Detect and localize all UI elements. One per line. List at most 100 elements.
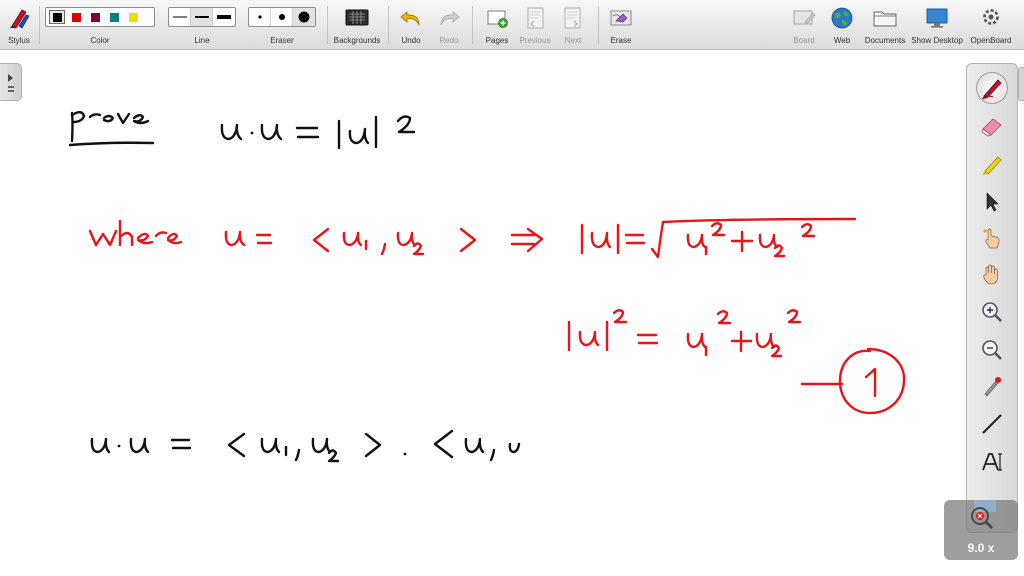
backgrounds-button[interactable]: Backgrounds (331, 0, 383, 50)
hand-icon (983, 264, 998, 285)
zoom-in-tool[interactable] (976, 296, 1008, 328)
color-swatch-yellow[interactable] (125, 10, 141, 24)
redo-icon (440, 11, 460, 26)
toolbar-separator (327, 6, 328, 44)
documents-mode-button[interactable]: Documents (862, 0, 908, 50)
eraser-label: Eraser (270, 36, 294, 45)
color-swatch-teal[interactable] (106, 10, 122, 24)
library-panel-toggle[interactable] (1018, 67, 1024, 101)
web-icon (831, 7, 853, 29)
openboard-menu-button[interactable]: OpenBoard (966, 0, 1016, 50)
ink-line-where (88, 217, 857, 259)
magnifier-icon (971, 500, 996, 530)
line-icon (982, 414, 1002, 434)
color-swatch-red[interactable] (68, 10, 84, 24)
erase-icon (610, 10, 632, 26)
ink-line-prove (68, 111, 416, 150)
zoom-out-tool[interactable] (976, 334, 1008, 366)
pen-icon (982, 79, 1002, 100)
show-desktop-icon (926, 8, 948, 28)
color-label: Color (90, 36, 110, 45)
erase-label: Erase (610, 36, 632, 45)
eraser-size-group: Eraser (248, 0, 316, 50)
stylus-label: Stylus (8, 36, 30, 45)
openboard-label: OpenBoard (970, 36, 1012, 45)
previous-label: Previous (519, 36, 551, 45)
laser-icon (983, 228, 1000, 249)
backgrounds-icon (345, 9, 369, 26)
pages-panel-toggle[interactable] (0, 63, 22, 101)
eraser-size-selector (248, 7, 316, 27)
selector-tool[interactable] (976, 186, 1008, 218)
eraser-icon (981, 118, 1002, 137)
line-tool[interactable] (976, 408, 1008, 440)
expand-arrow-icon (8, 74, 14, 92)
handwriting-layer (68, 111, 906, 463)
text-icon (982, 453, 1002, 471)
next-icon (564, 7, 581, 29)
line-medium-button[interactable] (191, 8, 213, 26)
pages-label: Pages (485, 36, 509, 45)
redo-button[interactable]: Redo (432, 0, 466, 50)
web-mode-button[interactable]: Web (824, 0, 860, 50)
toolbar-separator (472, 6, 473, 44)
board-icon (793, 10, 816, 25)
undo-icon (400, 11, 420, 26)
whiteboard-canvas[interactable]: 9.0 x (0, 51, 1024, 576)
previous-icon (527, 7, 544, 29)
pages-icon (487, 10, 508, 28)
documents-label: Documents (864, 36, 906, 45)
zoom-level-label: 9.0 x (967, 541, 995, 555)
stylus-button[interactable]: Stylus (2, 0, 36, 50)
color-swatch-bar (45, 7, 155, 27)
board-label: Board (793, 36, 815, 45)
pointer-icon (986, 192, 999, 212)
ink-line-norm-squared (567, 309, 802, 358)
stylus-palette (966, 63, 1018, 533)
line-thick-button[interactable] (213, 8, 235, 26)
board-mode-button[interactable]: Board (786, 0, 822, 50)
previous-page-button[interactable]: Previous (516, 0, 554, 50)
undo-label: Undo (401, 36, 421, 45)
color-group: Color (44, 0, 156, 50)
ink-line-dot-product (90, 429, 521, 463)
eraser-large-button[interactable] (293, 8, 315, 26)
redo-label: Redo (439, 36, 459, 45)
stylus-icon (10, 9, 30, 29)
zoom-out-icon (982, 340, 1002, 360)
interact-tool[interactable] (976, 222, 1008, 254)
line-width-group: Line (168, 0, 236, 50)
marker-icon (982, 156, 1002, 175)
show-desktop-button[interactable]: Show Desktop (908, 0, 966, 50)
toolbar-separator (388, 6, 389, 44)
toolbar-separator (598, 6, 599, 44)
color-swatch-black[interactable] (49, 10, 65, 24)
documents-icon (873, 11, 897, 27)
next-label: Next (564, 36, 582, 45)
show-desktop-label: Show Desktop (911, 36, 963, 45)
laser-pointer-tool[interactable] (976, 370, 1008, 402)
openboard-window: Stylus Color Line Eraser Backgrounds Und… (0, 0, 1024, 576)
pages-button[interactable]: Pages (478, 0, 516, 50)
openboard-icon (983, 9, 999, 25)
line-width-selector (168, 7, 236, 27)
eraser-small-button[interactable] (249, 8, 271, 26)
hand-tool[interactable] (976, 258, 1008, 290)
zoom-in-icon (982, 302, 1002, 322)
undo-button[interactable]: Undo (394, 0, 428, 50)
line-label: Line (194, 36, 210, 45)
eraser-medium-button[interactable] (271, 8, 293, 26)
web-label: Web (833, 36, 851, 45)
backgrounds-label: Backgrounds (333, 36, 381, 45)
color-swatch-maroon[interactable] (87, 10, 103, 24)
main-toolbar: Stylus Color Line Eraser Backgrounds Und… (0, 0, 1024, 50)
line-thin-button[interactable] (169, 8, 191, 26)
ink-equation-number-1 (800, 347, 906, 415)
marker-tool[interactable] (976, 148, 1008, 180)
eraser-tool[interactable] (976, 110, 1008, 142)
zoom-indicator: 9.0 x (944, 500, 1018, 560)
text-tool[interactable] (976, 446, 1008, 478)
next-page-button[interactable]: Next (554, 0, 592, 50)
erase-button[interactable]: Erase (603, 0, 639, 50)
pen-tool[interactable] (976, 72, 1008, 104)
